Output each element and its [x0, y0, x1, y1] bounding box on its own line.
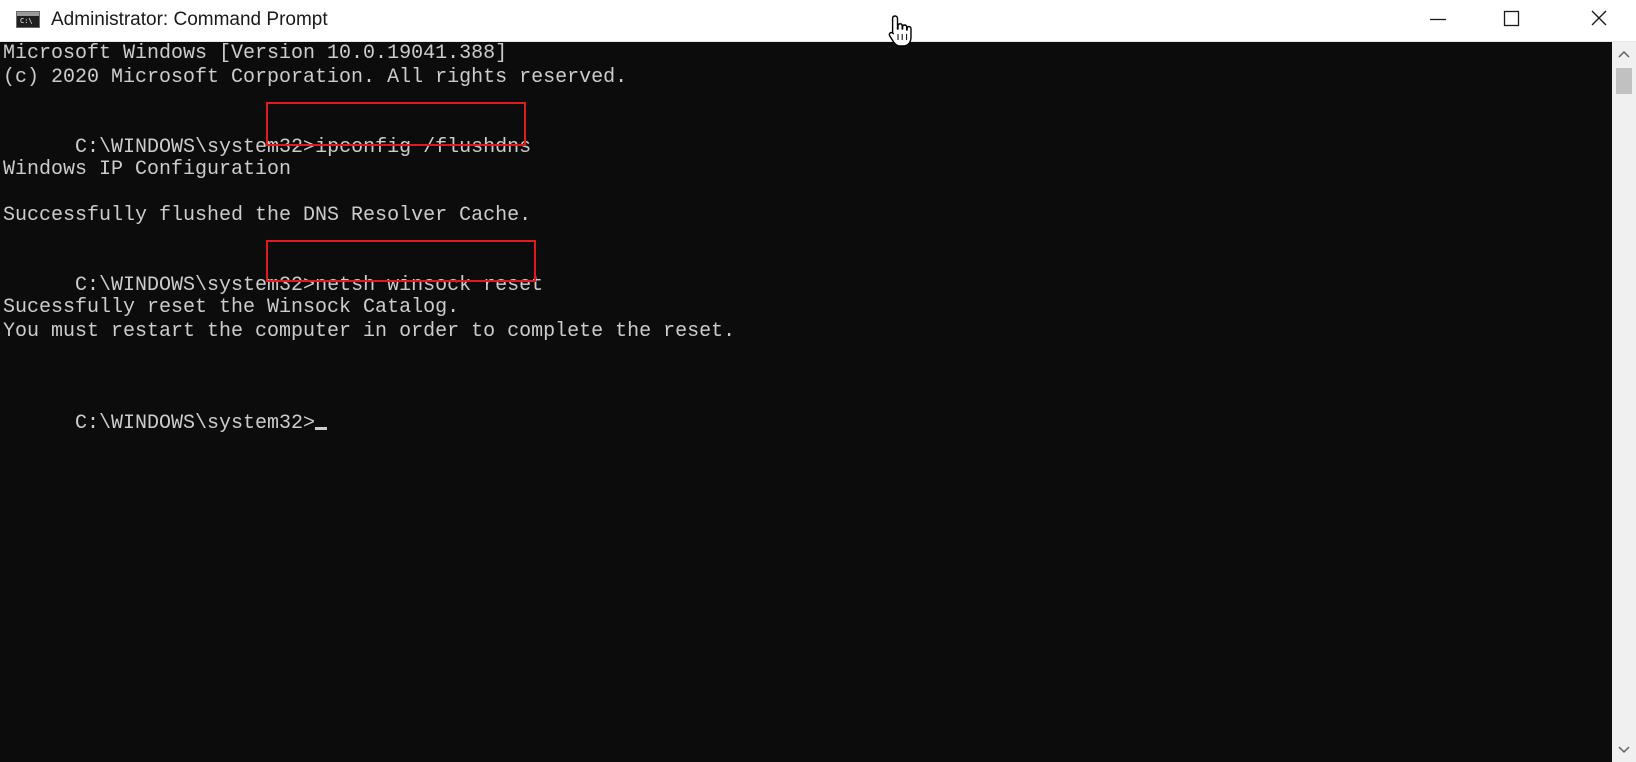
console-output[interactable]: Microsoft Windows [Version 10.0.19041.38… [0, 42, 1612, 762]
title-bar[interactable]: C:\ Administrator: Command Prompt [0, 0, 1636, 42]
console-line: You must restart the computer in order t… [3, 320, 736, 343]
minimize-button[interactable] [1413, 0, 1483, 41]
console-line: Windows IP Configuration [3, 158, 292, 181]
hand-pointer-icon [887, 14, 915, 50]
command-text: netsh winsock reset [315, 274, 544, 297]
console-line: Sucessfully reset the Winsock Catalog. [3, 296, 460, 319]
scroll-down-arrow-icon [1618, 746, 1630, 754]
command-text: ipconfig /flushdns [315, 136, 532, 159]
scroll-thumb[interactable] [1616, 68, 1632, 94]
vertical-scrollbar[interactable] [1612, 42, 1636, 762]
close-button[interactable] [1564, 0, 1634, 41]
console-line: Successfully flushed the DNS Resolver Ca… [3, 204, 532, 227]
command-prompt-window: C:\ Administrator: Command Prompt Micros… [0, 0, 1636, 762]
prompt: C:\WINDOWS\system32> [75, 412, 316, 435]
scroll-down-button[interactable] [1612, 738, 1636, 762]
text-cursor [315, 427, 328, 430]
prompt: C:\WINDOWS\system32> [75, 136, 316, 159]
console-input-line[interactable]: C:\WINDOWS\system32> [3, 388, 328, 460]
window-title: Administrator: Command Prompt [51, 9, 328, 30]
console-line: (c) 2020 Microsoft Corporation. All righ… [3, 66, 628, 89]
maximize-button[interactable] [1487, 0, 1557, 41]
minimize-icon [1430, 18, 1446, 21]
close-icon [1591, 10, 1607, 26]
console-line: Microsoft Windows [Version 10.0.19041.38… [3, 42, 508, 65]
command-prompt-icon: C:\ [16, 11, 40, 28]
app-icon-glyph: C:\ [20, 17, 33, 25]
scroll-up-arrow-icon [1618, 50, 1630, 58]
maximize-icon [1503, 10, 1520, 27]
prompt: C:\WINDOWS\system32> [75, 274, 316, 297]
scroll-up-button[interactable] [1612, 42, 1636, 66]
